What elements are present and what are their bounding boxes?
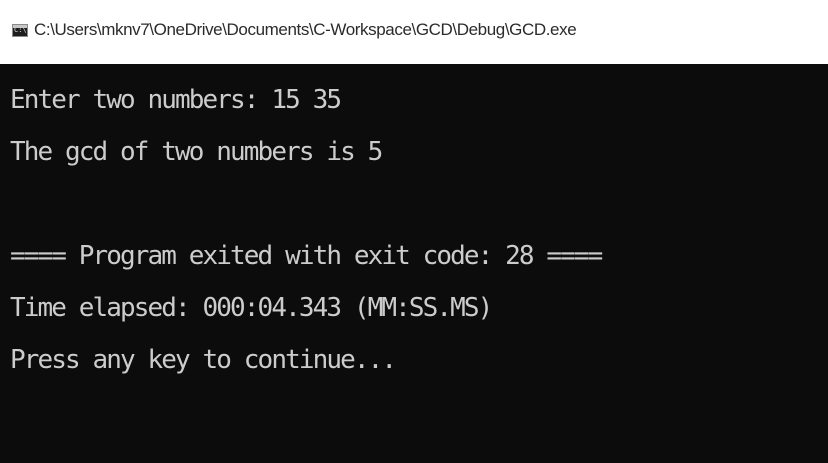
- console-window: C:\ C:\Users\mknv7\OneDrive\Documents\C-…: [0, 0, 828, 463]
- console-app-icon-glyph: C:\: [14, 26, 27, 34]
- console-line: ==== Program exited with exit code: 28 =…: [10, 241, 603, 271]
- console-output[interactable]: Enter two numbers: 15 35 The gcd of two …: [0, 64, 828, 463]
- window-titlebar[interactable]: C:\ C:\Users\mknv7\OneDrive\Documents\C-…: [0, 0, 828, 64]
- console-line: Press any key to continue...: [10, 345, 397, 375]
- console-line: The gcd of two numbers is 5: [10, 137, 383, 167]
- console-line: Enter two numbers: 15 35: [10, 85, 342, 115]
- console-line: Time elapsed: 000:04.343 (MM:SS.MS): [10, 293, 493, 323]
- console-app-icon[interactable]: C:\: [12, 24, 28, 37]
- window-title: C:\Users\mknv7\OneDrive\Documents\C-Work…: [34, 20, 577, 39]
